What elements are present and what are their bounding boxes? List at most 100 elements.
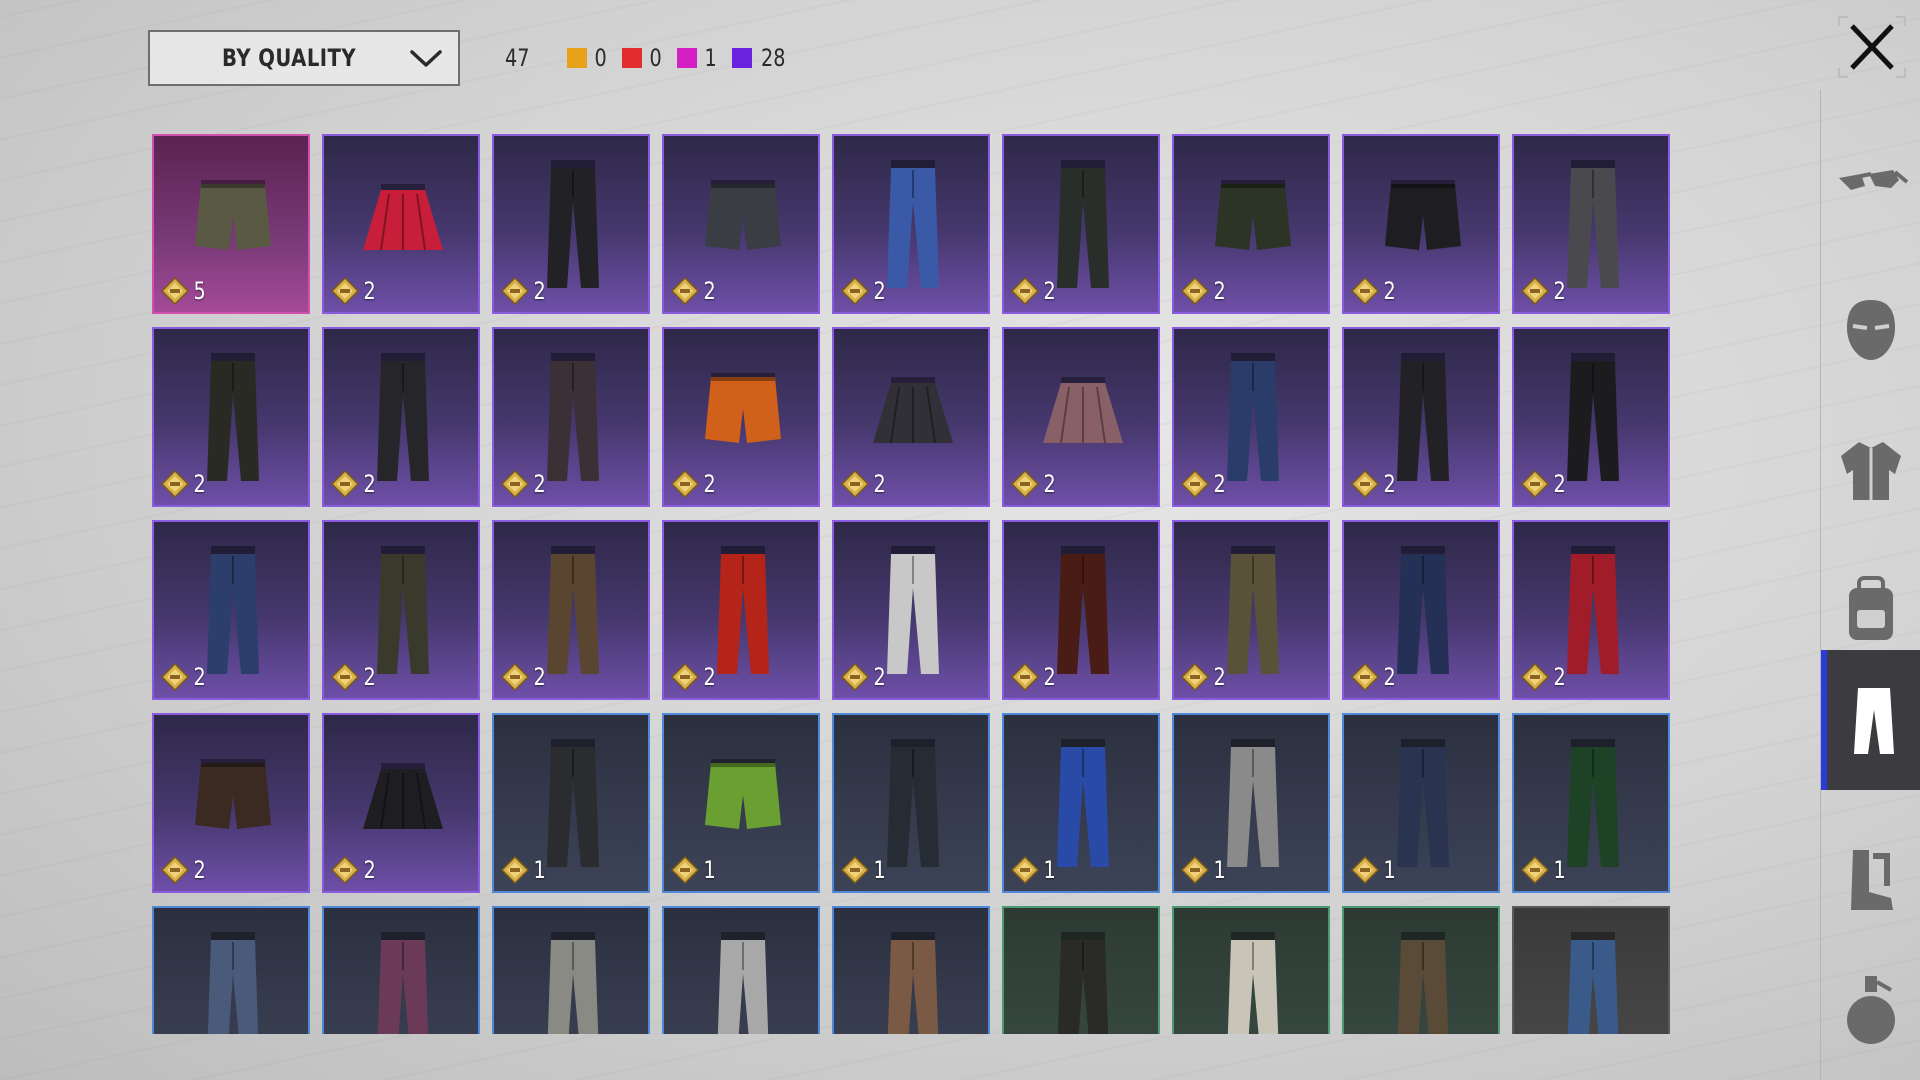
item-tile[interactable]: 2 (322, 327, 480, 507)
item-tile[interactable]: 2 (152, 520, 310, 700)
shorts-icon (1215, 180, 1291, 250)
item-tile[interactable]: 2 (322, 134, 480, 314)
category-tab-top[interactable] (1821, 400, 1920, 540)
item-tile[interactable] (152, 906, 310, 1034)
item-tile[interactable]: 2 (832, 520, 990, 700)
item-tile[interactable]: 2 (832, 327, 990, 507)
item-tile[interactable]: 2 (322, 713, 480, 893)
close-button[interactable] (1838, 16, 1906, 78)
item-value-badge: 2 (1180, 469, 1227, 499)
item-value-badge: 2 (840, 276, 887, 306)
item-value: 1 (1043, 856, 1056, 884)
category-tab-glasses[interactable] (1821, 110, 1920, 250)
item-tile[interactable]: 2 (1172, 520, 1330, 700)
item-tile[interactable] (1512, 906, 1670, 1034)
item-value-badge: 1 (1350, 855, 1397, 885)
item-tile[interactable]: 2 (1512, 327, 1670, 507)
item-value-badge: 1 (1520, 855, 1567, 885)
coin-icon (1520, 662, 1550, 692)
item-value-badge: 5 (160, 276, 207, 306)
item-tile[interactable]: 2 (492, 134, 650, 314)
item-value-badge: 2 (1350, 469, 1397, 499)
item-tile[interactable] (1342, 906, 1500, 1034)
item-value: 2 (193, 663, 206, 691)
item-value-badge: 2 (330, 276, 377, 306)
item-value-badge: 2 (670, 662, 717, 692)
item-value-badge: 2 (330, 855, 377, 885)
pants-icon (377, 353, 429, 481)
pants-icon (1567, 932, 1619, 1034)
quality-swatch (732, 48, 753, 68)
item-value-badge: 2 (670, 469, 717, 499)
category-tab-pants[interactable] (1821, 650, 1920, 790)
item-tile[interactable]: 1 (1172, 713, 1330, 893)
item-tile[interactable] (1172, 906, 1330, 1034)
shorts-icon (705, 759, 781, 829)
chevron-down-icon (410, 50, 442, 67)
item-tile[interactable]: 2 (492, 327, 650, 507)
item-tile[interactable]: 2 (1342, 520, 1500, 700)
item-tile[interactable]: 1 (1342, 713, 1500, 893)
item-tile[interactable]: 1 (492, 713, 650, 893)
item-tile[interactable]: 2 (1172, 134, 1330, 314)
pants-icon (1567, 546, 1619, 674)
item-tile[interactable]: 2 (832, 134, 990, 314)
item-tile[interactable]: 1 (832, 713, 990, 893)
item-tile[interactable]: 2 (1002, 327, 1160, 507)
pants-icon (1397, 739, 1449, 867)
item-tile[interactable]: 1 (1512, 713, 1670, 893)
item-value: 2 (363, 277, 376, 305)
pants-icon (1397, 353, 1449, 481)
item-tile[interactable]: 2 (1342, 327, 1500, 507)
item-tile[interactable]: 2 (662, 134, 820, 314)
item-tile[interactable]: 2 (1342, 134, 1500, 314)
pants-icon (1397, 932, 1449, 1034)
coin-icon (160, 276, 190, 306)
coin-icon (160, 469, 190, 499)
category-tab-mask[interactable] (1821, 260, 1920, 400)
close-frame-corner (1838, 68, 1848, 78)
item-value: 2 (873, 663, 886, 691)
item-tile[interactable]: 1 (1002, 713, 1160, 893)
item-tile[interactable]: 2 (1002, 520, 1160, 700)
pants-icon (887, 546, 939, 674)
item-tile[interactable]: 2 (322, 520, 480, 700)
coin-icon (670, 276, 700, 306)
item-tile[interactable]: 5 (152, 134, 310, 314)
boots-icon (1851, 850, 1893, 910)
item-tile[interactable] (322, 906, 480, 1034)
coin-icon (160, 855, 190, 885)
item-tile[interactable]: 2 (662, 520, 820, 700)
coin-icon (840, 855, 870, 885)
item-tile[interactable]: 2 (152, 713, 310, 893)
item-value: 2 (873, 470, 886, 498)
coin-icon (160, 662, 190, 692)
item-tile[interactable]: 2 (1512, 134, 1670, 314)
total-count: 47 (505, 44, 530, 72)
item-value-badge: 2 (1180, 662, 1227, 692)
coin-icon (1350, 469, 1380, 499)
item-tile[interactable] (662, 906, 820, 1034)
item-tile[interactable] (832, 906, 990, 1034)
pants-icon (1397, 546, 1449, 674)
item-tile[interactable]: 2 (492, 520, 650, 700)
sort-dropdown[interactable]: BY QUALITY (148, 30, 460, 86)
item-value: 2 (1213, 663, 1226, 691)
item-tile[interactable]: 2 (1172, 327, 1330, 507)
shorts-icon (705, 180, 781, 250)
item-value: 2 (193, 470, 206, 498)
item-tile[interactable]: 1 (662, 713, 820, 893)
item-tile[interactable]: 2 (1002, 134, 1160, 314)
quality-count: 0 (566, 44, 608, 72)
item-tile[interactable]: 2 (662, 327, 820, 507)
item-value: 2 (1553, 277, 1566, 305)
category-tab-shoes[interactable] (1821, 810, 1920, 950)
item-tile[interactable]: 2 (152, 327, 310, 507)
item-value-badge: 2 (1010, 469, 1057, 499)
category-tab-emote[interactable] (1821, 940, 1920, 1080)
item-tile[interactable] (1002, 906, 1160, 1034)
coin-icon (1010, 469, 1040, 499)
item-tile[interactable]: 2 (1512, 520, 1670, 700)
coin-icon (670, 469, 700, 499)
item-tile[interactable] (492, 906, 650, 1034)
